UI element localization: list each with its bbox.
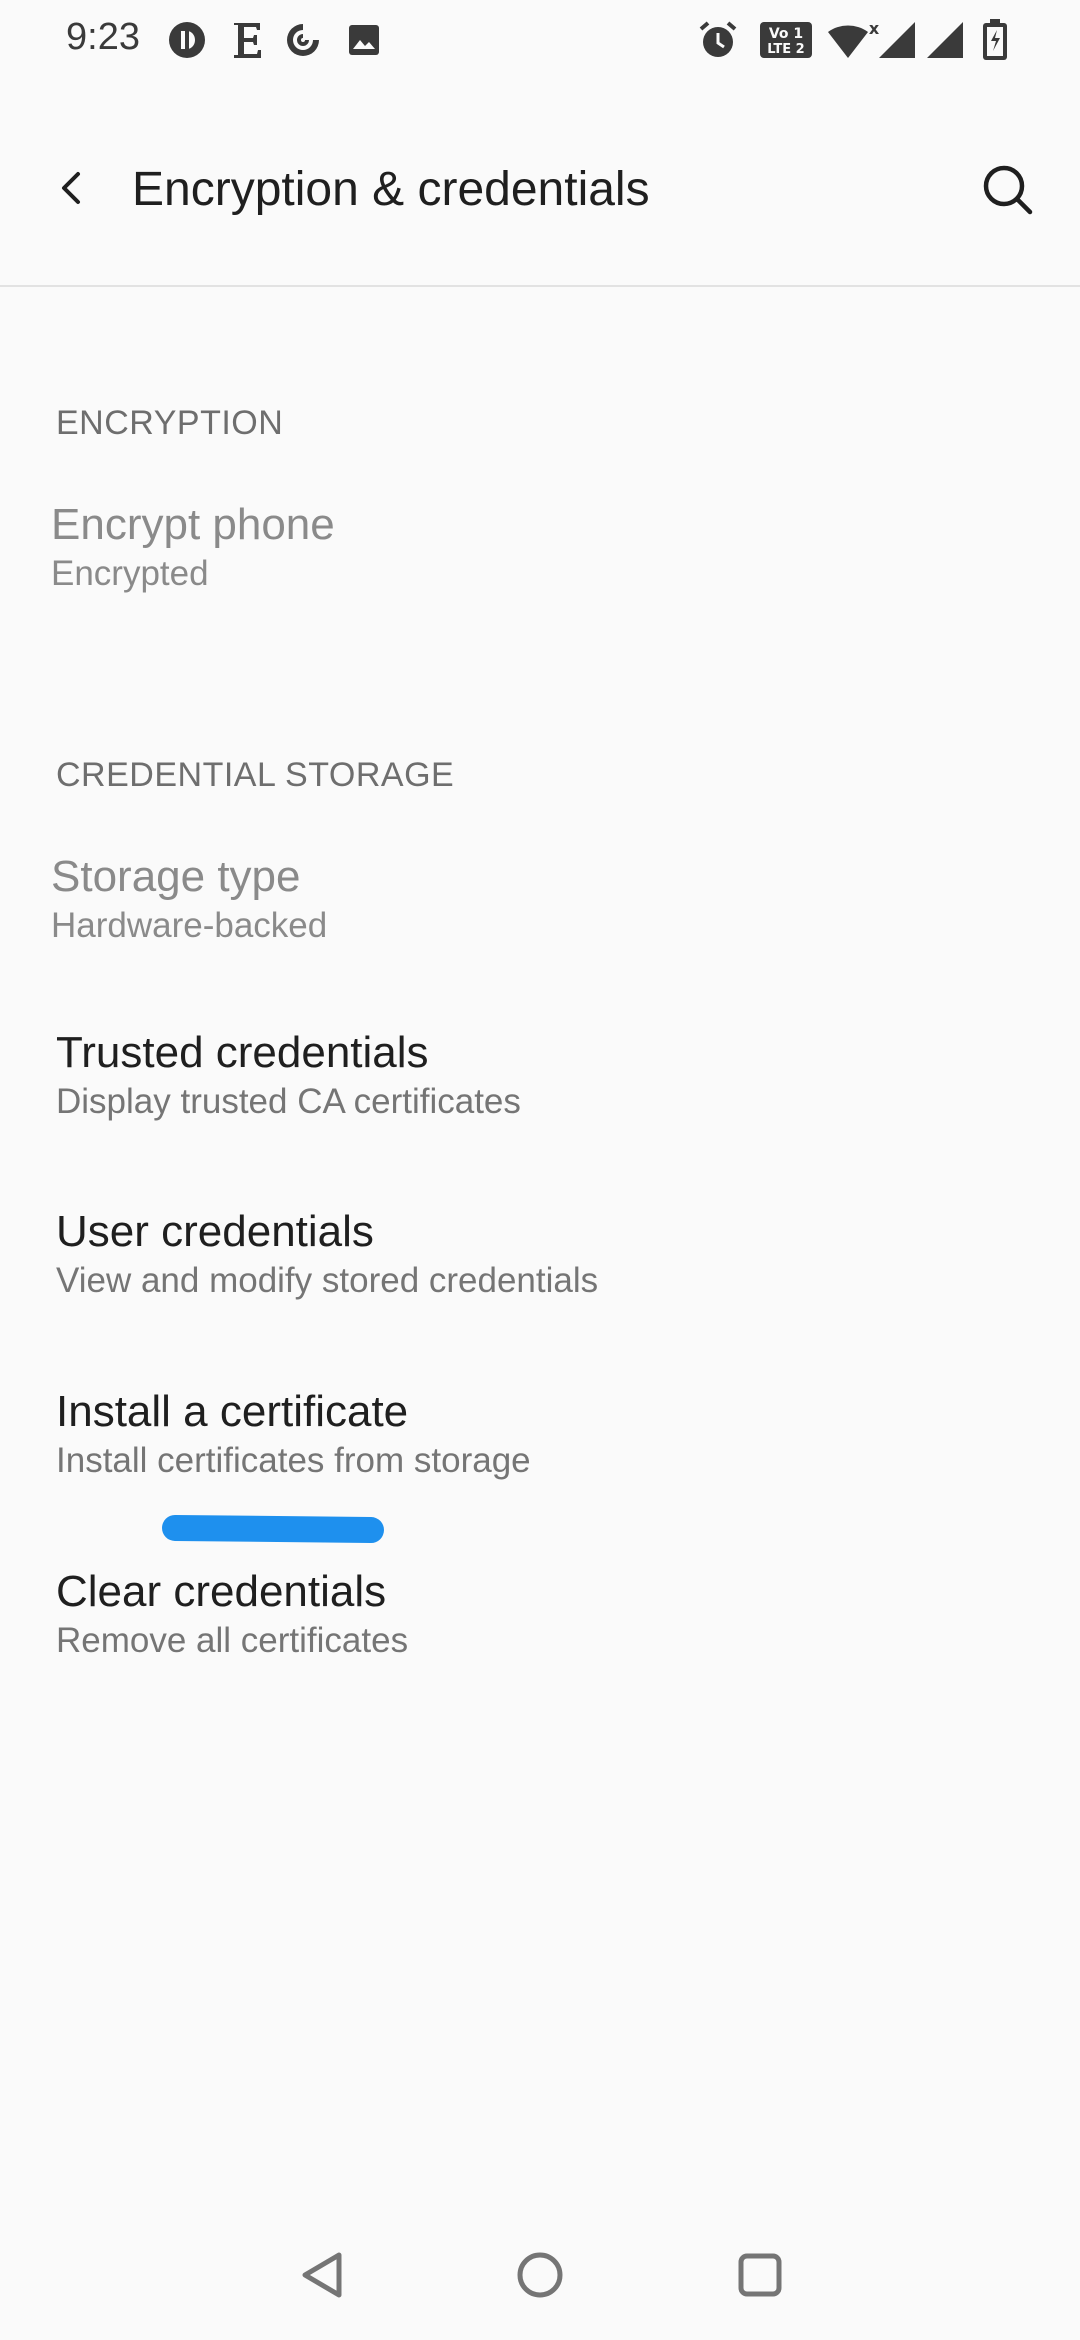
nav-back-icon [302, 2252, 342, 2298]
signal-icon [924, 18, 966, 62]
search-button[interactable] [976, 158, 1040, 222]
settings-screen: 9:23 Vo 1 LTE 2 x Encryption & credentia… [0, 0, 1080, 2340]
pref-summary: Install certificates from storage [56, 1441, 531, 1480]
pref-install-certificate[interactable]: Install a certificate Install certificat… [0, 1387, 1080, 1507]
nav-home-button[interactable] [505, 2240, 575, 2310]
pref-title: Trusted credentials [56, 1028, 429, 1077]
pref-storage-type: Storage type Hardware-backed [0, 852, 1080, 962]
section-header-credential-storage: CREDENTIAL STORAGE [56, 756, 455, 794]
gallery-icon [346, 18, 382, 62]
svg-text:Vo 1: Vo 1 [769, 26, 803, 42]
pref-trusted-credentials[interactable]: Trusted credentials Display trusted CA c… [0, 1028, 1080, 1148]
nav-home-icon [517, 2252, 563, 2298]
pref-encrypt-phone: Encrypt phone Encrypted [0, 500, 1080, 610]
pref-title: Install a certificate [56, 1387, 409, 1436]
svg-text:LTE 2: LTE 2 [767, 42, 804, 57]
nav-recents-icon [738, 2253, 782, 2297]
wifi-icon: x [826, 18, 880, 62]
status-bar: 9:23 Vo 1 LTE 2 x [0, 0, 1080, 80]
pref-summary: View and modify stored credentials [56, 1261, 599, 1300]
status-time: 9:23 [66, 16, 140, 58]
section-header-encryption: ENCRYPTION [56, 404, 284, 442]
app-bar: Encryption & credentials [0, 110, 1080, 285]
threads-icon [166, 18, 208, 62]
pref-title: Encrypt phone [51, 500, 335, 549]
app-bar-divider [0, 285, 1080, 287]
e-icon [228, 18, 268, 62]
alarm-icon [696, 18, 740, 62]
pref-title: User credentials [56, 1207, 374, 1256]
pref-summary: Hardware-backed [51, 906, 328, 945]
pref-summary: Remove all certificates [56, 1621, 409, 1660]
highlight-annotation [161, 1514, 385, 1544]
search-icon [983, 165, 1033, 215]
page-title: Encryption & credentials [132, 163, 650, 216]
back-arrow-icon [62, 172, 80, 204]
ring-icon [282, 18, 324, 62]
pref-user-credentials[interactable]: User credentials View and modify stored … [0, 1207, 1080, 1327]
pref-title: Storage type [51, 852, 301, 901]
volte-icon: Vo 1 LTE 2 [758, 18, 814, 62]
pref-summary: Display trusted CA certificates [56, 1082, 521, 1121]
nav-back-button[interactable] [288, 2240, 358, 2310]
pref-title: Clear credentials [56, 1567, 387, 1616]
battery-charging-icon [980, 18, 1010, 62]
navigation-bar [0, 2210, 1080, 2340]
back-button[interactable] [42, 158, 102, 218]
signal-icon [876, 18, 918, 62]
nav-recents-button[interactable] [725, 2240, 795, 2310]
pref-summary: Encrypted [51, 554, 209, 593]
pref-clear-credentials[interactable]: Clear credentials Remove all certificate… [0, 1567, 1080, 1687]
